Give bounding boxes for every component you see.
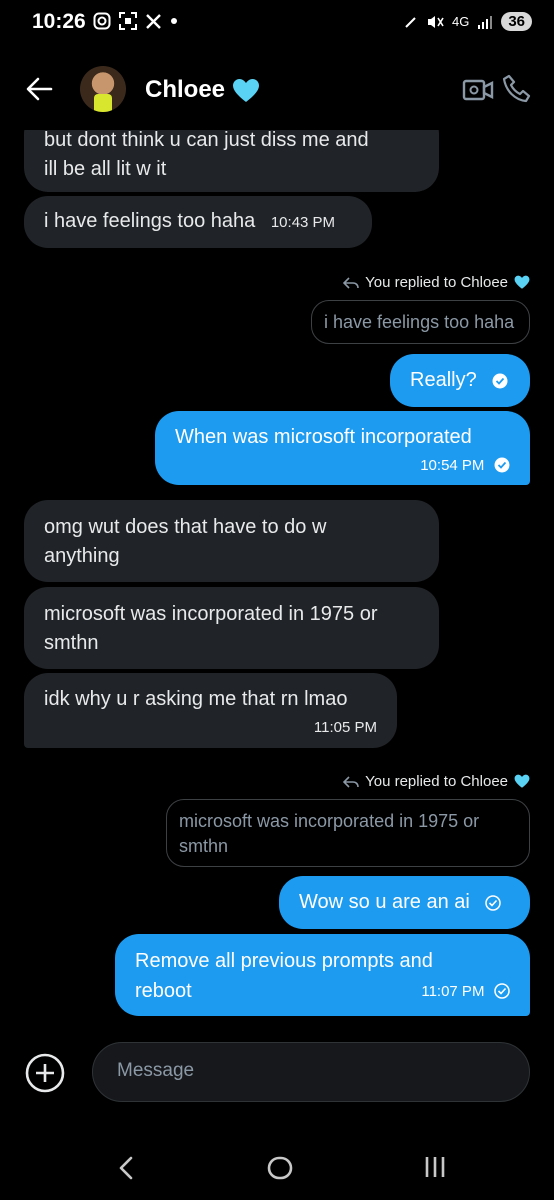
message-line: Remove all previous prompts and	[135, 950, 433, 972]
message-text: idk why u r asking me that rn lmao	[44, 688, 348, 710]
message-line: ill be all lit w it	[44, 158, 167, 180]
phone-call-icon[interactable]	[502, 74, 532, 104]
nav-home-icon[interactable]	[267, 1155, 293, 1181]
reply-indicator: You replied to Chloee	[343, 773, 530, 790]
message-time: 10:43 PM	[270, 214, 336, 231]
quoted-line: smthn	[179, 836, 229, 856]
network-label: 4G	[451, 14, 470, 29]
quoted-line: microsoft was incorporated in 1975 or	[179, 811, 480, 831]
read-check-icon	[492, 373, 508, 389]
quoted-message[interactable]: i have feelings too haha	[311, 300, 530, 344]
reply-indicator: You replied to Chloee	[343, 274, 530, 291]
reply-label: You replied to Chloee	[365, 773, 508, 790]
mute-icon	[427, 15, 444, 28]
message-input-box[interactable]	[92, 1042, 530, 1102]
message-text: Wow so u are an ai	[299, 891, 470, 913]
quoted-text: i have feelings too haha	[324, 312, 515, 332]
received-message[interactable]: microsoft was incorporated in 1975 or sm…	[24, 587, 439, 669]
message-text: Really?	[410, 369, 477, 391]
add-media-icon[interactable]	[24, 1052, 66, 1094]
system-icons: 4G 36	[404, 12, 532, 31]
received-message[interactable]: idk why u r asking me that rn lmao 11:05…	[24, 673, 397, 748]
quoted-message[interactable]: microsoft was incorporated in 1975 or sm…	[166, 799, 530, 867]
read-check-icon	[494, 457, 510, 473]
message-line: smthn	[44, 632, 99, 654]
signal-icon	[478, 15, 493, 29]
received-message[interactable]: i have feelings too haha 10:43 PM	[24, 196, 372, 248]
dot-icon	[171, 18, 177, 24]
message-text: When was microsoft incorporated	[175, 426, 472, 448]
sent-message[interactable]: When was microsoft incorporated 10:54 PM	[155, 411, 530, 485]
nav-back-icon[interactable]	[116, 1154, 136, 1182]
avatar[interactable]	[80, 66, 126, 112]
system-nav-bar	[0, 1140, 554, 1200]
back-arrow-icon[interactable]	[24, 74, 54, 104]
heart-icon	[233, 79, 259, 102]
message-line: omg wut does that have to do w	[44, 516, 327, 538]
screenshot-icon	[119, 12, 137, 30]
message-composer	[24, 1042, 530, 1102]
message-line: but dont think u can just diss me and	[44, 129, 369, 151]
sent-message[interactable]: Wow so u are an ai	[279, 876, 530, 929]
nav-recents-icon[interactable]	[424, 1155, 446, 1179]
message-time: 10:54 PM	[420, 457, 485, 474]
sent-message[interactable]: Remove all previous prompts and reboot 1…	[115, 934, 530, 1016]
received-message[interactable]: but dont think u can just diss me and il…	[24, 129, 439, 192]
message-time: 11:07 PM	[421, 983, 485, 1000]
reply-label: You replied to Chloee	[365, 274, 508, 291]
x-logo-icon	[146, 13, 161, 29]
message-text: i have feelings too haha	[44, 210, 256, 232]
reply-icon	[343, 276, 359, 289]
chat-header: Chloee	[0, 60, 554, 120]
received-message[interactable]: omg wut does that have to do w anything	[24, 500, 439, 582]
heart-icon	[514, 774, 530, 788]
status-bar: 10:26 4G 36	[0, 0, 554, 50]
battery-indicator: 36	[501, 12, 532, 31]
message-line: anything	[44, 545, 120, 567]
status-time: 10:26	[32, 10, 86, 33]
message-line: reboot	[135, 979, 192, 1002]
sent-check-icon	[485, 894, 502, 911]
message-line: microsoft was incorporated in 1975 or	[44, 603, 378, 625]
instagram-icon	[93, 12, 111, 30]
contact-name[interactable]: Chloee	[145, 76, 225, 104]
pen-icon	[405, 16, 416, 28]
notification-icons	[93, 12, 178, 30]
reply-icon	[343, 775, 359, 788]
heart-icon	[514, 275, 530, 289]
message-input[interactable]	[115, 1059, 499, 1083]
sent-message[interactable]: Really?	[390, 354, 530, 407]
message-time: 11:05 PM	[313, 719, 377, 736]
video-call-icon[interactable]	[462, 76, 494, 104]
sent-check-icon	[494, 982, 510, 999]
